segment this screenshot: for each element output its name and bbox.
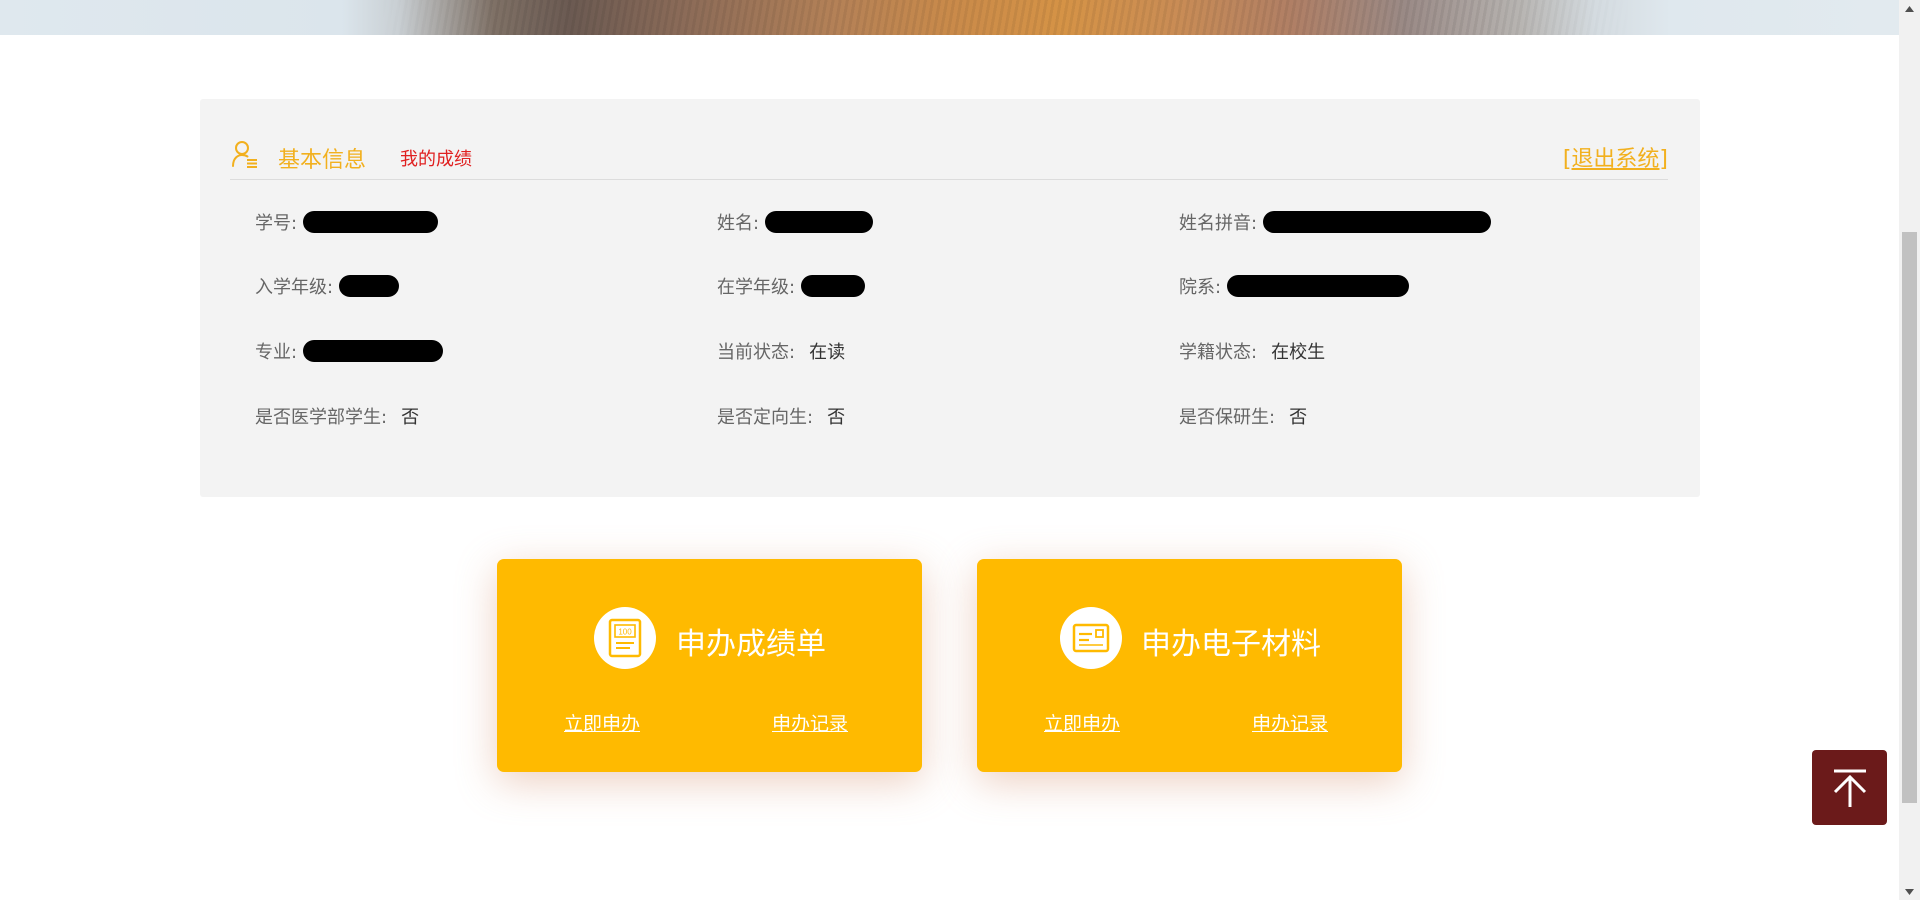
department-redacted: [1227, 275, 1410, 297]
entry-grade-redacted: [339, 275, 400, 297]
transcript-record-link[interactable]: 申办记录: [772, 709, 848, 736]
department-field: 院系:: [1179, 273, 1410, 299]
current-status-field: 当前状态: 在读: [717, 338, 845, 364]
page: 基本信息 我的成绩 [退出系统] 学号: 姓名: 姓名拼音: 入学年级: 在学年…: [0, 0, 1920, 900]
scrollbar-thumb[interactable]: [1902, 232, 1917, 803]
svg-text:100: 100: [618, 628, 632, 637]
enrollment-status-label: 学籍状态:: [1179, 342, 1258, 363]
student-id-field: 学号:: [255, 209, 439, 235]
name-label: 姓名:: [717, 213, 760, 234]
electronic-materials-card: 申办电子材料 立即申办 申办记录: [977, 559, 1402, 772]
entry-grade-field: 入学年级:: [255, 273, 400, 299]
current-grade-redacted: [801, 275, 866, 297]
basic-info-panel: 基本信息 我的成绩 [退出系统] 学号: 姓名: 姓名拼音: 入学年级: 在学年…: [200, 99, 1700, 497]
tab-basic-info[interactable]: 基本信息: [278, 142, 366, 174]
medical-student-label: 是否医学部学生:: [255, 407, 388, 428]
transcript-apply-link[interactable]: 立即申办: [564, 709, 640, 736]
name-pinyin-label: 姓名拼音:: [1179, 213, 1258, 234]
entry-grade-label: 入学年级:: [255, 277, 334, 298]
department-label: 院系:: [1179, 277, 1222, 298]
electronic-materials-card-title: 申办电子材料: [1141, 627, 1321, 662]
recommended-student-value: 否: [1289, 407, 1308, 428]
major-redacted: [303, 340, 444, 362]
scroll-down-arrow-icon[interactable]: [1899, 883, 1920, 900]
medical-student-value: 否: [401, 407, 420, 428]
student-id-label: 学号:: [255, 213, 298, 234]
scroll-up-arrow-icon[interactable]: [1899, 0, 1920, 17]
current-grade-label: 在学年级:: [717, 277, 796, 298]
arrow-up-to-top-icon: [1833, 769, 1866, 807]
medical-student-field: 是否医学部学生: 否: [255, 403, 419, 429]
current-status-value: 在读: [809, 342, 846, 363]
transcript-card: 100 申办成绩单 立即申办 申办记录: [497, 559, 922, 772]
enrollment-status-field: 学籍状态: 在校生: [1179, 338, 1325, 364]
transcript-card-title: 申办成绩单: [676, 627, 826, 662]
enrollment-status-value: 在校生: [1271, 342, 1326, 363]
name-redacted: [765, 211, 874, 233]
recommended-student-label: 是否保研生:: [1179, 407, 1276, 428]
recommended-student-field: 是否保研生: 否: [1179, 403, 1307, 429]
vertical-scrollbar[interactable]: [1899, 0, 1920, 900]
current-status-label: 当前状态:: [717, 342, 796, 363]
top-banner-image: [0, 0, 1899, 35]
tab-my-scores[interactable]: 我的成绩: [400, 145, 472, 171]
student-id-redacted: [303, 211, 439, 233]
electronic-document-icon: [1060, 607, 1122, 669]
directed-student-value: 否: [827, 407, 846, 428]
electronic-materials-record-link[interactable]: 申办记录: [1252, 709, 1328, 736]
directed-student-label: 是否定向生:: [717, 407, 814, 428]
info-header: 基本信息 我的成绩 [退出系统]: [230, 139, 1668, 180]
logout-link[interactable]: [退出系统]: [1563, 141, 1668, 173]
name-pinyin-redacted: [1263, 211, 1492, 233]
major-field: 专业:: [255, 338, 444, 364]
transcript-100-icon: 100: [594, 607, 656, 669]
back-to-top-button[interactable]: [1812, 750, 1887, 825]
current-grade-field: 在学年级:: [717, 273, 866, 299]
major-label: 专业:: [255, 342, 298, 363]
user-profile-icon: [232, 141, 257, 168]
electronic-materials-apply-link[interactable]: 立即申办: [1044, 709, 1120, 736]
name-field: 姓名:: [717, 209, 874, 235]
name-pinyin-field: 姓名拼音:: [1179, 209, 1492, 235]
directed-student-field: 是否定向生: 否: [717, 403, 845, 429]
